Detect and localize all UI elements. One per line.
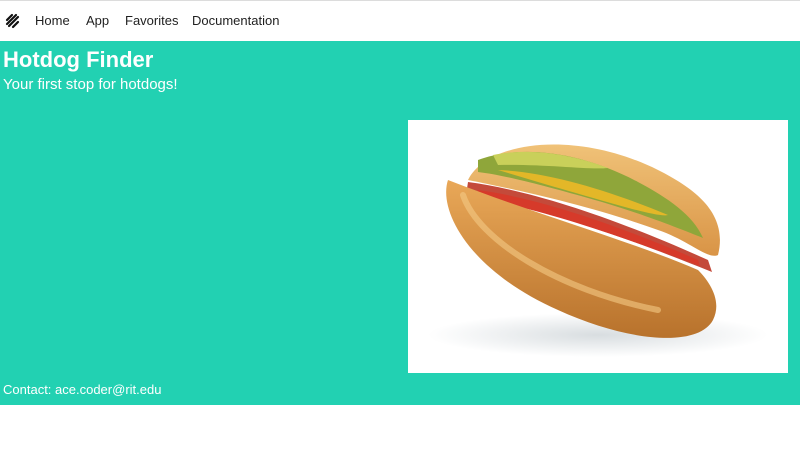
page-subtitle: Your first stop for hotdogs! bbox=[3, 76, 178, 93]
page-title: Hotdog Finder bbox=[3, 47, 154, 72]
contact-info: Contact: ace.coder@rit.edu bbox=[3, 382, 162, 397]
nav-home-link[interactable]: Home bbox=[35, 13, 70, 29]
navbar: Home App Favorites Documentation bbox=[0, 0, 800, 41]
nav-documentation-link[interactable]: Documentation bbox=[192, 13, 279, 29]
hotdog-image bbox=[408, 120, 788, 373]
hero-section: Hotdog Finder Your first stop for hotdog… bbox=[0, 41, 800, 405]
logo-icon[interactable] bbox=[5, 13, 20, 29]
nav-app-link[interactable]: App bbox=[86, 13, 109, 29]
nav-favorites-link[interactable]: Favorites bbox=[125, 13, 178, 29]
